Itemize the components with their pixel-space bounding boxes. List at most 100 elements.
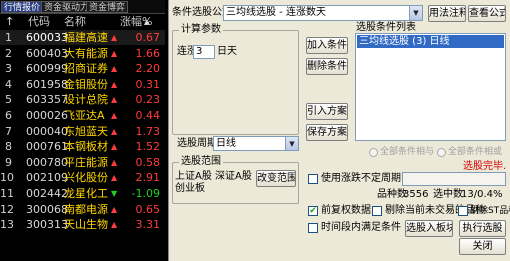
row-name: 大有能源 (64, 46, 108, 60)
row-name: 飞亚达A (64, 109, 105, 122)
row-name: 龙星化工 (64, 187, 108, 200)
arrow-up-icon: ▲ (111, 33, 118, 42)
row-name: 招商证券 (64, 62, 108, 76)
save-scheme-button[interactable]: 保存方案 (306, 124, 348, 141)
params-title: 计算参数 (179, 24, 223, 36)
period-value: 日线 (216, 138, 236, 149)
param-input[interactable]: 3 (193, 45, 215, 59)
row-name: 南都电源 (64, 202, 108, 216)
table-row[interactable]: 8 000761 本钢板材 ▲ 1.52 (0, 139, 165, 154)
table-row[interactable]: 10 002109 兴化股份 ▲ 2.91 (0, 170, 165, 185)
exclude-st-label: 剔除ST品种 (470, 206, 510, 216)
time-condition-label: 时间段内满足条件 (321, 222, 401, 233)
table-row[interactable]: 1 600033 福建高速 ▲ 0.67 (0, 30, 165, 45)
row-change: -1.09 (131, 187, 160, 200)
scope-text: 上证A股 深证A股 创业板 (175, 171, 252, 194)
row-rank: 1 (5, 31, 12, 44)
table-row[interactable]: 2 600403 大有能源 ▲ 1.66 (0, 46, 165, 61)
arrow-up-icon: ▲ (111, 126, 118, 136)
arrow-up-icon: ▲ (111, 220, 118, 230)
chevron-down-icon: ▼ (409, 6, 422, 20)
row-code: 300313 (26, 218, 68, 232)
delete-condition-button[interactable]: 删除条件 (306, 58, 348, 75)
row-change: 1.52 (135, 140, 161, 154)
column-header-code[interactable]: 代码 (28, 15, 50, 29)
table-row[interactable]: 11 002442 龙星化工 ▼ -1.09 (0, 186, 165, 201)
use-period-label: 使用涨跌不定周期 (321, 173, 401, 184)
row-code: 601958 (26, 77, 68, 91)
row-change: 2.91 (135, 171, 161, 185)
tab-quotes[interactable]: 行情报价 (1, 1, 44, 13)
radio-or[interactable] (437, 148, 446, 157)
row-code: 000040 (26, 124, 68, 138)
row-code: 600999 (26, 62, 68, 76)
row-name: 福建高速 (64, 31, 108, 44)
tab-fund-game[interactable]: 资金博弈 (86, 1, 129, 13)
formula-select[interactable]: 三均线选股 - 连涨数天 ▼ (223, 5, 423, 21)
row-code: 300068 (26, 202, 68, 216)
time-condition-checkbox[interactable] (308, 223, 318, 233)
row-rank: 13 (0, 218, 14, 232)
condition-listbox[interactable]: 三均线选股 (3) 日线 (355, 33, 506, 141)
condition-stock-picker-dialog: 条件选股公式 三均线选股 - 连涨数天 ▼ 用法注释 查看公式 计算参数 连涨 … (168, 0, 510, 261)
selected-count-label: 选中数 (433, 189, 463, 200)
row-code: 002442 (26, 187, 68, 200)
column-header-name[interactable]: 名称 (64, 15, 86, 29)
quote-tabs: 行情报价 资金驱动力 资金博弈 (0, 0, 165, 14)
import-scheme-button[interactable]: 引入方案 (306, 103, 348, 120)
row-rank: 7 (5, 124, 12, 138)
radio-and[interactable] (369, 148, 378, 157)
use-period-checkbox[interactable] (308, 174, 318, 184)
row-change: 3.31 (135, 218, 161, 232)
row-rank: 3 (5, 62, 12, 76)
close-button[interactable]: 关闭 (459, 238, 506, 255)
change-scope-button[interactable]: 改变范围 (256, 170, 296, 187)
execute-button[interactable]: 执行选股 (459, 220, 506, 237)
row-rank: 12 (0, 202, 14, 216)
table-row[interactable]: 13 300313 天山生物 ▲ 3.31 (0, 217, 165, 232)
row-code: 600403 (26, 46, 68, 60)
row-name: 平庄能源 (64, 155, 108, 169)
table-row[interactable]: 12 300068 南都电源 ▲ 0.65 (0, 202, 165, 217)
period-select[interactable]: 日线 ▼ (213, 136, 299, 151)
row-name: 设计总院 (64, 93, 108, 107)
forward-adjust-checkbox[interactable]: ✔ (308, 206, 318, 216)
tab-fund-drive[interactable]: 资金驱动力 (41, 1, 93, 13)
row-name: 兴化股份 (64, 171, 108, 185)
add-condition-button[interactable]: 加入条件 (306, 37, 348, 54)
arrow-up-icon: ▲ (111, 95, 118, 105)
view-formula-button[interactable]: 查看公式 (468, 5, 506, 22)
condition-list-item[interactable]: 三均线选股 (3) 日线 (357, 35, 504, 48)
formula-value: 三均线选股 - 连涨数天 (226, 7, 326, 18)
row-rank: 4 (5, 77, 12, 91)
usage-notes-button[interactable]: 用法注释 (428, 5, 466, 22)
table-row[interactable]: 9 000780 平庄能源 ▲ 0.58 (0, 155, 165, 170)
row-name: 金钼股份 (64, 77, 108, 91)
table-row[interactable]: 6 000026 飞亚达A ▲ 0.44 (0, 108, 165, 123)
row-code: 000761 (26, 140, 68, 154)
rank-sort-icon[interactable]: ↑ (5, 15, 14, 29)
row-change: 0.23 (135, 93, 161, 107)
arrow-up-icon: ▲ (111, 64, 118, 74)
select-to-block-button[interactable]: 选股入板块 (405, 220, 453, 237)
period-range-input[interactable] (402, 172, 506, 186)
sort-marker-icon: ▲ (144, 18, 150, 26)
exclude-st-checkbox[interactable] (458, 206, 468, 216)
row-rank: 2 (5, 46, 12, 60)
scope-title: 选股范围 (179, 156, 223, 168)
row-code: 603357 (26, 93, 68, 107)
row-change: 1.66 (135, 46, 161, 60)
table-row[interactable]: 4 601958 金钼股份 ▲ 0.31 (0, 77, 165, 92)
table-row[interactable]: 3 600999 招商证券 ▲ 2.20 (0, 61, 165, 76)
stock-list-panel: 行情报价 资金驱动力 资金博弈 ↑ 代码 名称 涨幅% ▲ 1 600033 福建高… (0, 0, 165, 261)
arrow-up-icon: ▲ (111, 79, 118, 89)
forward-adjust-label: 前复权数据 (321, 205, 371, 216)
row-rank: 10 (0, 171, 14, 185)
table-row[interactable]: 7 000040 东旭蓝天 ▲ 1.73 (0, 124, 165, 139)
row-name: 东旭蓝天 (64, 124, 108, 138)
table-row[interactable]: 5 603357 设计总院 ▲ 0.23 (0, 92, 165, 107)
row-change: 1.73 (135, 124, 161, 138)
arrow-up-icon: ▲ (111, 142, 118, 152)
exclude-suspended-checkbox[interactable] (372, 206, 382, 216)
row-rank: 5 (5, 93, 12, 107)
